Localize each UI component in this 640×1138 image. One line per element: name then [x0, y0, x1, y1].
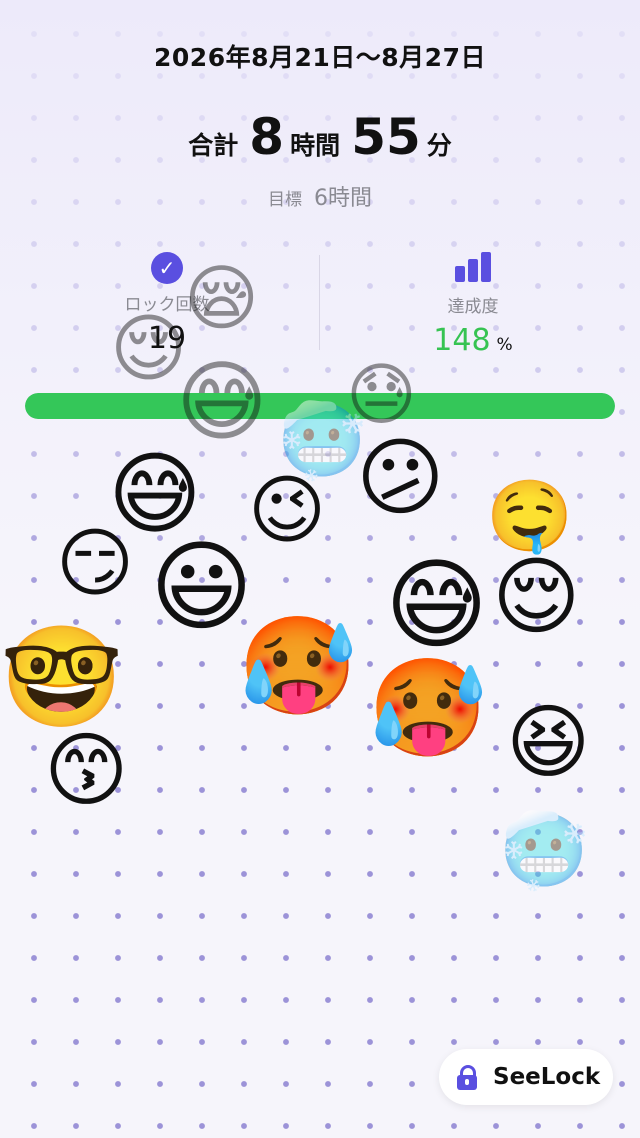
check-icon: ✓ — [151, 252, 183, 284]
emoji-winking-face: 😉 — [248, 466, 327, 554]
emoji-kissing-face: 😙 — [44, 724, 129, 818]
date-range: 2026年8月21日〜8月27日 — [154, 43, 486, 72]
emoji-relieved-face-2: 😌 — [492, 548, 581, 647]
total-hours: 8 — [249, 108, 285, 166]
achievement-row: 148% — [313, 323, 633, 358]
emoji-grinning-sweat-face-3: 😅 — [385, 548, 489, 663]
emoji-grinning-squinting-face: 😆 — [506, 696, 591, 790]
lock-icon — [453, 1063, 481, 1091]
hours-unit: 時間 — [290, 131, 341, 160]
goal-value: 6時間 — [314, 186, 372, 211]
emoji-smirking-face: 😏 — [56, 519, 135, 607]
achievement-unit: % — [496, 335, 513, 355]
brand-badge[interactable]: SeeLock — [439, 1049, 613, 1105]
bar-chart-icon — [455, 252, 491, 282]
achievement-value: 148 — [433, 323, 491, 358]
goal: 目標 6時間 — [0, 180, 640, 212]
total-prefix: 合計 — [188, 131, 239, 160]
achievement-stat: 達成度 148% — [313, 252, 633, 358]
emoji-nerd-face: 🤓 — [0, 620, 124, 735]
emoji-hot-face-2: 🥵 — [368, 652, 488, 764]
brand-name: SeeLock — [493, 1064, 601, 1090]
emoji-cold-face-2: 🥶 — [499, 808, 589, 892]
total-minutes: 55 — [351, 108, 421, 166]
achievement-label: 達成度 — [447, 297, 499, 317]
emoji-drooling-face: 🤤 — [486, 475, 574, 557]
minutes-unit: 分 — [426, 131, 452, 160]
emoji-hot-face: 🥵 — [238, 610, 358, 722]
total-time: 合計 8 時間 55 分 — [0, 108, 640, 166]
emoji-grinning-sweat-face: 😅 — [176, 350, 268, 453]
goal-label: 目標 — [268, 190, 302, 210]
emoji-sleepy-face: 😪 — [184, 256, 260, 340]
emoji-confused-face: 😕 — [356, 429, 445, 528]
